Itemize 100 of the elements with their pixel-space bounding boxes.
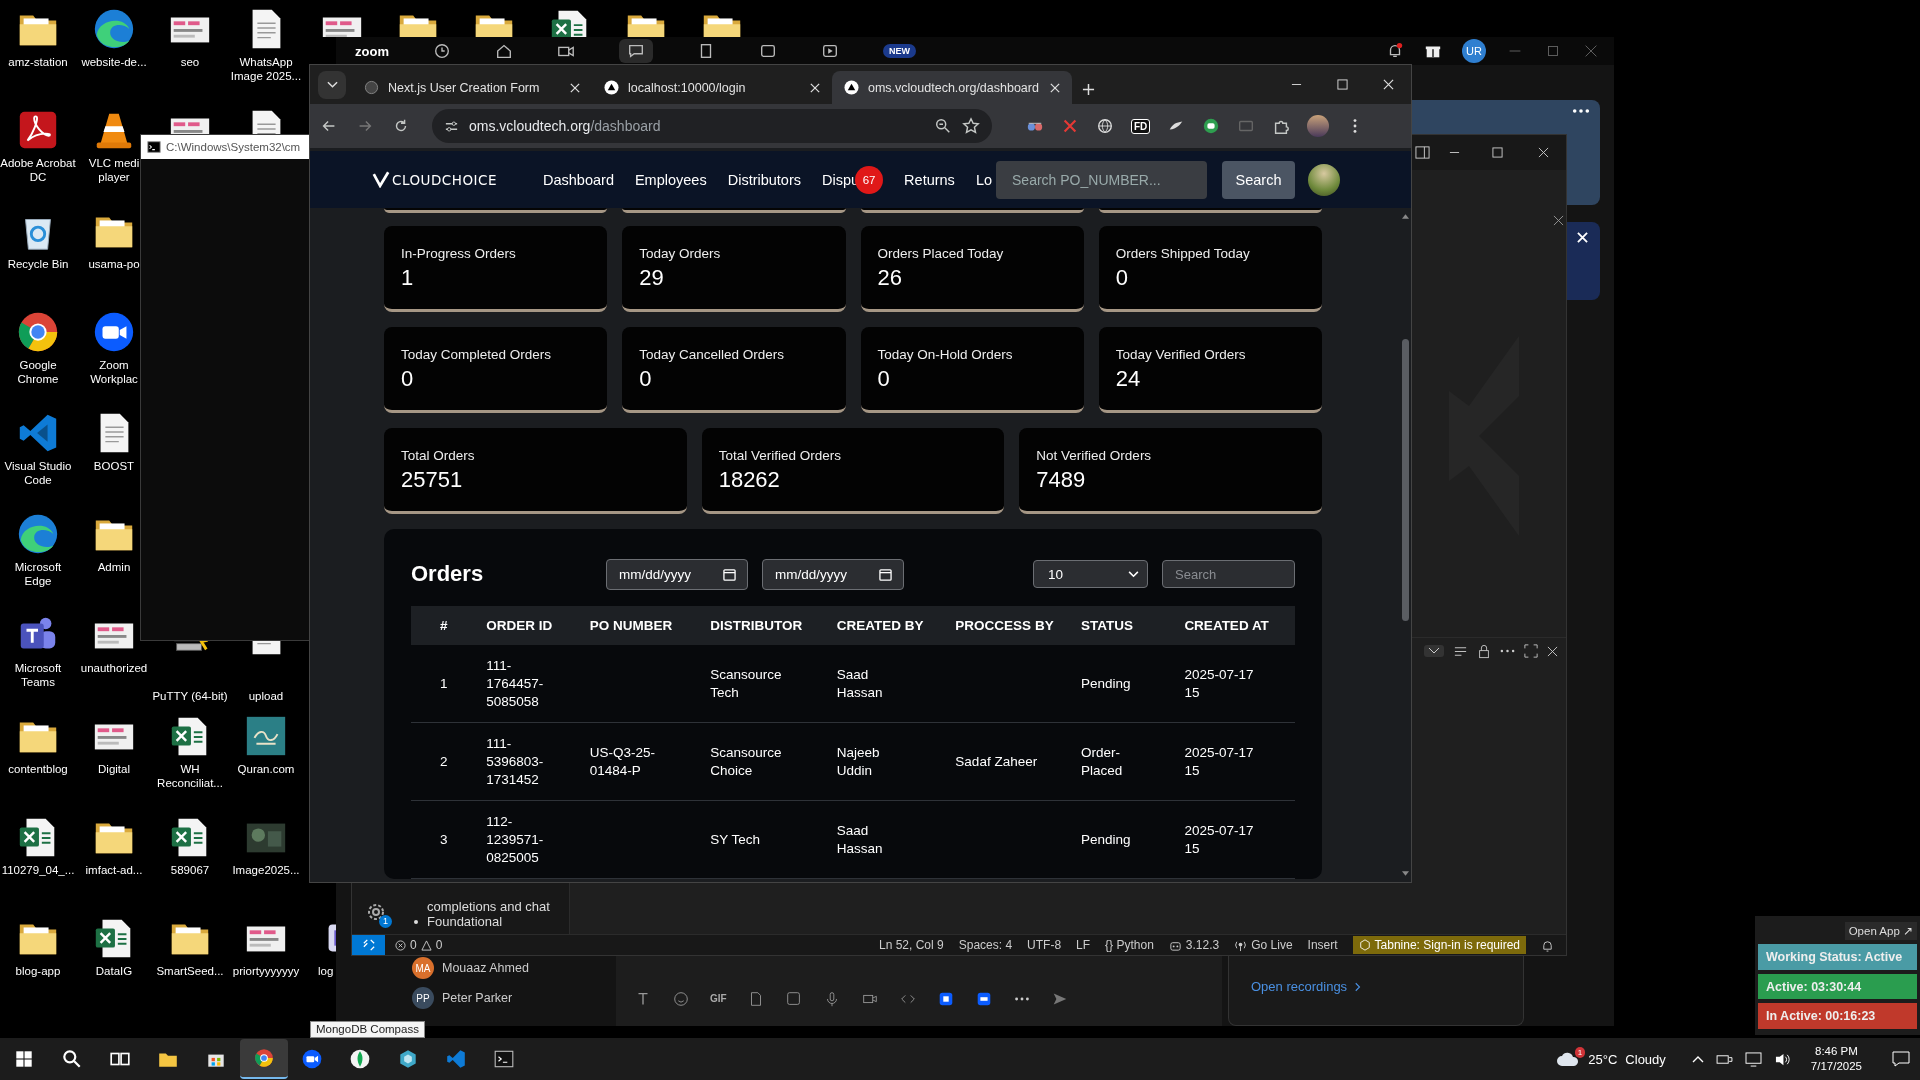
- speaker-icon[interactable]: [1773, 1051, 1791, 1067]
- page-size-select[interactable]: 10: [1033, 560, 1148, 588]
- maximize-icon[interactable]: [1491, 147, 1503, 158]
- calendar-icon[interactable]: [723, 567, 736, 581]
- shortcut-label[interactable]: Google Chrome: [0, 358, 76, 386]
- extension-button[interactable]: FD: [1131, 118, 1151, 134]
- shortcut-label[interactable]: WhatsApp Image 2025...: [228, 55, 304, 83]
- dropdown-icon[interactable]: [1428, 647, 1440, 655]
- tab-list-button[interactable]: [318, 71, 346, 99]
- network-icon[interactable]: [1715, 1052, 1733, 1066]
- shortcut-label[interactable]: Quran.com: [237, 762, 295, 776]
- layout-icon[interactable]: [1414, 145, 1430, 160]
- participant-name[interactable]: Peter Parker: [442, 991, 513, 1005]
- user-avatar[interactable]: [1308, 163, 1340, 196]
- more-icon[interactable]: [1500, 649, 1515, 653]
- emoji-icon[interactable]: [672, 989, 690, 1008]
- shortcut-label[interactable]: contentblog: [8, 762, 68, 776]
- date-field[interactable]: mm/dd/yyyy: [606, 558, 748, 590]
- shortcut-label[interactable]: WH Reconciliat...: [152, 762, 228, 790]
- shortcut-label[interactable]: Digital: [98, 762, 130, 776]
- scrollbar-thumb[interactable]: [1401, 339, 1409, 621]
- shortcut-label[interactable]: DataIG: [95, 964, 133, 978]
- nav-link[interactable]: Employees: [634, 171, 707, 188]
- search-field[interactable]: Search: [1162, 560, 1295, 588]
- maximize-icon[interactable]: [1524, 644, 1538, 658]
- monitor-icon[interactable]: [1744, 1051, 1762, 1067]
- address-bar[interactable]: oms.vcloudtech.org/dashboard: [432, 109, 992, 143]
- status-item[interactable]: Spaces: 4: [958, 938, 1013, 952]
- shortcut-label[interactable]: upload: [248, 689, 284, 703]
- shortcut-label[interactable]: 589067: [170, 863, 210, 877]
- shortcut-label[interactable]: log: [318, 964, 334, 978]
- status-item[interactable]: Tabnine: Sign-in is required: [1352, 936, 1526, 954]
- globe-icon[interactable]: [1096, 117, 1114, 135]
- date-field[interactable]: mm/dd/yyyy: [762, 558, 904, 590]
- screenshot-icon[interactable]: [784, 989, 803, 1008]
- nav-link[interactable]: Distributors: [727, 171, 801, 188]
- shortcut-label[interactable]: blog-app: [15, 964, 61, 978]
- shortcut-label[interactable]: Image2025...: [232, 863, 300, 877]
- nav-link[interactable]: Dashboard: [543, 171, 614, 188]
- window-icon[interactable]: [758, 42, 777, 60]
- status-item[interactable]: {} Python: [1105, 938, 1154, 952]
- temperature-text[interactable]: 25°C: [1588, 1051, 1618, 1067]
- close-icon[interactable]: [1547, 645, 1558, 657]
- shortcut-label[interactable]: Visual Studio Code: [0, 459, 76, 487]
- notification-icon[interactable]: [1892, 1051, 1910, 1067]
- shortcut-label[interactable]: imfact-ad...: [85, 863, 143, 877]
- search-button[interactable]: Search: [1222, 160, 1295, 199]
- browser-tab[interactable]: Next.js User Creation Form: [352, 71, 592, 104]
- shortcut-label[interactable]: Zoom Workplac: [88, 358, 140, 386]
- more-icon[interactable]: [1572, 108, 1590, 114]
- shortcut-label[interactable]: Adobe Acrobat DC: [0, 156, 76, 184]
- maximize-icon[interactable]: [1336, 79, 1348, 90]
- open-recordings-link[interactable]: Open recordings: [1251, 979, 1362, 994]
- status-item[interactable]: UTF-8: [1027, 938, 1062, 952]
- shortcut-label[interactable]: PuTTY (64-bit): [152, 689, 228, 703]
- profile-avatar[interactable]: UR: [1462, 39, 1486, 63]
- star-icon[interactable]: [962, 117, 980, 135]
- status-item[interactable]: LF: [1076, 938, 1091, 952]
- clock-icon[interactable]: [432, 42, 451, 60]
- status-item[interactable]: Go Live: [1234, 938, 1293, 952]
- browser-icon[interactable]: [240, 1039, 288, 1079]
- cross-icon[interactable]: [1061, 117, 1079, 135]
- shortcut-label[interactable]: usama-po: [88, 257, 140, 271]
- status-item[interactable]: Insert: [1307, 938, 1338, 952]
- chevron-up-icon[interactable]: [1691, 1055, 1704, 1063]
- clock[interactable]: 8:46 PM 7/17/2025: [1810, 1044, 1862, 1074]
- problems-indicator[interactable]: 0 0: [395, 938, 443, 952]
- shortcut-label[interactable]: unauthorized: [80, 661, 148, 675]
- shortcut-label[interactable]: BOOST: [93, 459, 135, 473]
- status-item[interactable]: 3.12.3: [1168, 938, 1220, 952]
- profile-avatar[interactable]: [1307, 115, 1330, 137]
- participant-name[interactable]: Mouaaz Ahmed: [442, 961, 529, 975]
- lock-icon[interactable]: [1477, 643, 1491, 659]
- shortcut-label[interactable]: priortyyyyyyy: [232, 964, 300, 978]
- gif-button[interactable]: GIF: [710, 993, 727, 1004]
- shortcut-label[interactable]: amz-station: [8, 55, 68, 69]
- chat-tab[interactable]: [618, 39, 653, 63]
- calendar-icon[interactable]: [879, 567, 892, 581]
- play-icon[interactable]: [820, 42, 839, 60]
- shortcut-label[interactable]: Microsoft Teams: [0, 661, 76, 689]
- shortcut-label[interactable]: seo: [180, 55, 200, 69]
- remote-button[interactable]: [352, 935, 385, 955]
- cloud-icon[interactable]: [1556, 1051, 1581, 1067]
- nav-link[interactable]: Returns: [904, 171, 955, 188]
- close-icon[interactable]: [1537, 147, 1549, 158]
- weather-text[interactable]: Cloudy: [1625, 1051, 1666, 1067]
- shortcut-label[interactable]: 110279_04_...: [1, 863, 75, 877]
- browser-tab[interactable]: oms.vcloudtech.org/dashboard: [832, 71, 1072, 104]
- new-tab-icon[interactable]: [1082, 83, 1095, 96]
- home-icon[interactable]: [494, 42, 513, 60]
- shortcut-label[interactable]: Recycle Bin: [7, 257, 69, 271]
- shortcut-label[interactable]: SmartSeed...: [156, 964, 224, 978]
- shortcut-label[interactable]: Admin: [97, 560, 131, 574]
- bell-icon[interactable]: [1541, 938, 1554, 952]
- zoom-icon[interactable]: [934, 117, 952, 135]
- shortcut-label[interactable]: VLC medi player: [88, 156, 140, 184]
- shortcut-label[interactable]: website-de...: [81, 55, 147, 69]
- robot-icon[interactable]: [1202, 117, 1221, 135]
- nav-link[interactable]: Lo: [975, 171, 992, 188]
- open-app-button[interactable]: Open App ↗: [1844, 922, 1917, 940]
